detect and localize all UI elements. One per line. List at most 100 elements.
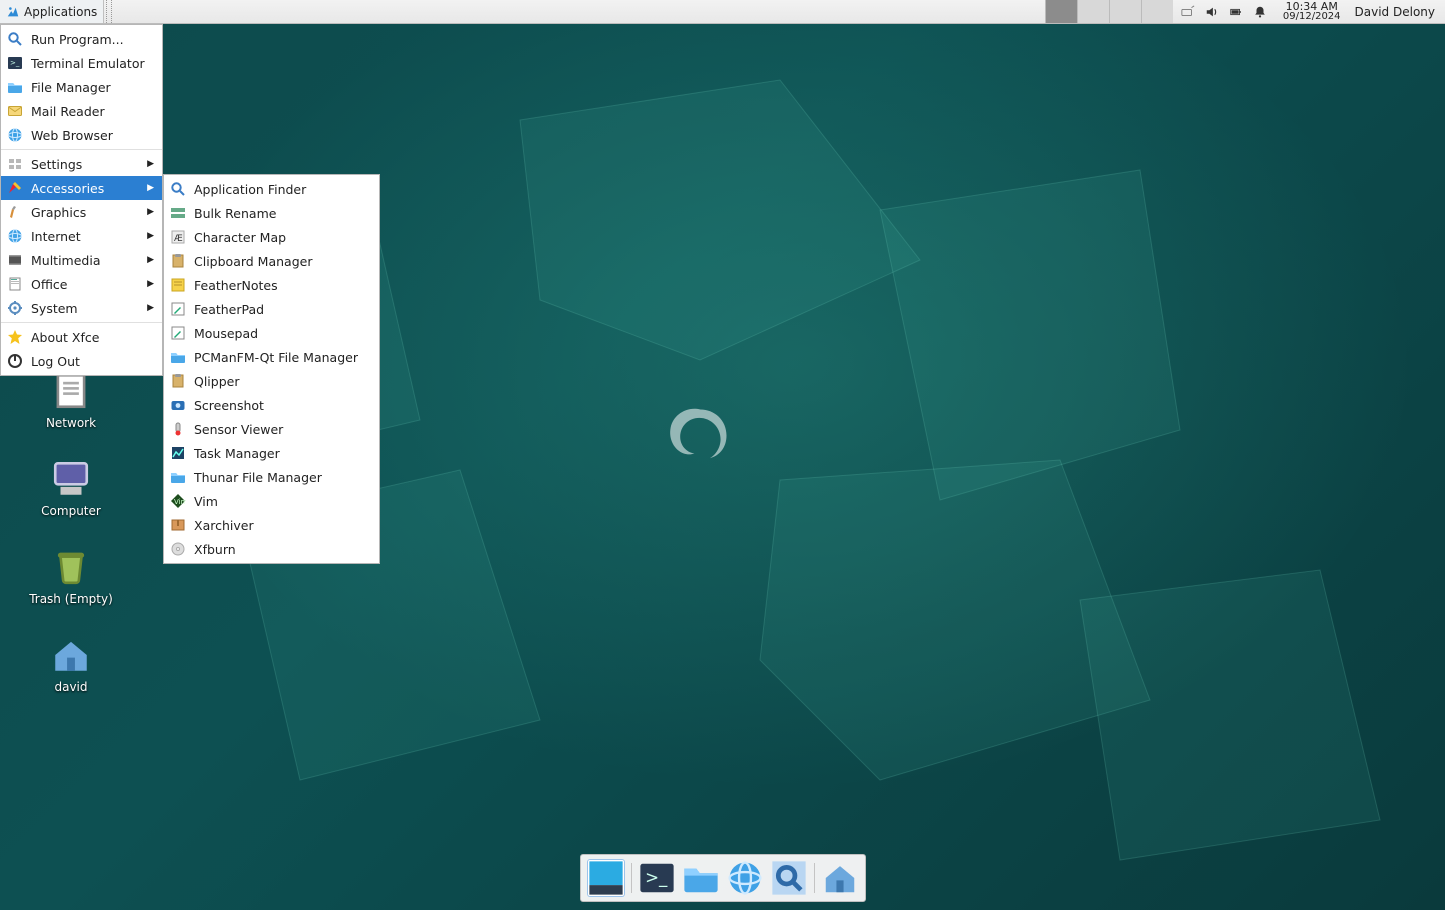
menu-item-label: File Manager <box>31 80 111 95</box>
applications-menu-label: Applications <box>24 5 97 19</box>
applications-menu-button[interactable]: Applications <box>0 0 104 23</box>
charmap-icon <box>170 229 186 245</box>
submenu-item-label: Bulk Rename <box>194 206 276 221</box>
submenu-xarchiver[interactable]: Xarchiver <box>164 513 379 537</box>
submenu-feathernotes[interactable]: FeatherNotes <box>164 273 379 297</box>
menu-web-browser[interactable]: Web Browser <box>1 123 162 147</box>
menu-multimedia[interactable]: Multimedia ▶ <box>1 248 162 272</box>
notifications-tray-icon[interactable] <box>1253 5 1267 19</box>
trash-icon <box>50 546 92 588</box>
menu-run-program[interactable]: Run Program... <box>1 27 162 51</box>
volume-tray-icon[interactable] <box>1205 5 1219 19</box>
clock[interactable]: 10:34 AM 09/12/2024 <box>1275 1 1349 22</box>
submenu-qlipper[interactable]: Qlipper <box>164 369 379 393</box>
menu-settings[interactable]: Settings ▶ <box>1 152 162 176</box>
menu-item-label: Log Out <box>31 354 80 369</box>
computer-icon <box>50 458 92 500</box>
desktop-icon-label: Trash (Empty) <box>29 592 113 606</box>
home-folder-icon <box>50 634 92 676</box>
desktop-icon-network[interactable]: Network <box>26 370 116 430</box>
dock-separator <box>814 863 815 893</box>
workspace-4[interactable] <box>1141 0 1173 23</box>
submenu-item-label: Qlipper <box>194 374 239 389</box>
submenu-screenshot[interactable]: Screenshot <box>164 393 379 417</box>
archive-icon <box>170 517 186 533</box>
panel-top: Applications 10:34 AM 09/12/2024 David D… <box>0 0 1445 24</box>
system-icon <box>7 300 23 316</box>
workspace-3[interactable] <box>1109 0 1141 23</box>
submenu-item-label: Task Manager <box>194 446 280 461</box>
menu-office[interactable]: Office ▶ <box>1 272 162 296</box>
dock-home-folder[interactable] <box>821 859 859 897</box>
submenu-item-label: Xarchiver <box>194 518 254 533</box>
menu-item-label: Mail Reader <box>31 104 105 119</box>
submenu-thunar[interactable]: Thunar File Manager <box>164 465 379 489</box>
desktop-icon-trash[interactable]: Trash (Empty) <box>26 546 116 606</box>
dock-file-manager[interactable] <box>682 859 720 897</box>
network-icon <box>50 370 92 412</box>
menu-terminal[interactable]: Terminal Emulator <box>1 51 162 75</box>
star-icon <box>7 329 23 345</box>
mail-icon <box>7 103 23 119</box>
battery-tray-icon[interactable] <box>1229 5 1243 19</box>
dock-separator <box>631 863 632 893</box>
rename-icon <box>170 205 186 221</box>
multimedia-icon <box>7 252 23 268</box>
menu-log-out[interactable]: Log Out <box>1 349 162 373</box>
menu-item-label: Multimedia <box>31 253 101 268</box>
dock-app-finder[interactable] <box>770 859 808 897</box>
menu-file-manager[interactable]: File Manager <box>1 75 162 99</box>
submenu-arrow-icon: ▶ <box>147 279 154 289</box>
submenu-item-label: FeatherPad <box>194 302 264 317</box>
menu-accessories[interactable]: Accessories ▶ <box>1 176 162 200</box>
submenu-item-label: Mousepad <box>194 326 258 341</box>
submenu-arrow-icon: ▶ <box>147 255 154 265</box>
desktop-icon-label: Computer <box>41 504 101 518</box>
menu-mail[interactable]: Mail Reader <box>1 99 162 123</box>
user-menu[interactable]: David Delony <box>1349 5 1445 19</box>
submenu-item-label: Application Finder <box>194 182 306 197</box>
submenu-bulk-rename[interactable]: Bulk Rename <box>164 201 379 225</box>
submenu-xfburn[interactable]: Xfburn <box>164 537 379 561</box>
workspace-2[interactable] <box>1077 0 1109 23</box>
submenu-character-map[interactable]: Character Map <box>164 225 379 249</box>
submenu-mousepad[interactable]: Mousepad <box>164 321 379 345</box>
workspace-switcher[interactable] <box>1045 0 1173 23</box>
pcmanfm-icon <box>170 349 186 365</box>
submenu-arrow-icon: ▶ <box>147 231 154 241</box>
desktop-icon-label: Network <box>46 416 96 430</box>
submenu-arrow-icon: ▶ <box>147 159 154 169</box>
system-tray <box>1173 5 1275 19</box>
menu-item-label: Web Browser <box>31 128 113 143</box>
menu-about-xfce[interactable]: About Xfce <box>1 325 162 349</box>
desktop-icons: Network Computer Trash (Empty) david <box>26 370 116 694</box>
tablet-tray-icon[interactable] <box>1181 5 1195 19</box>
submenu-application-finder[interactable]: Application Finder <box>164 177 379 201</box>
folder-icon <box>7 79 23 95</box>
notes-icon <box>170 277 186 293</box>
dock-terminal[interactable] <box>638 859 676 897</box>
settings-icon <box>7 156 23 172</box>
menu-graphics[interactable]: Graphics ▶ <box>1 200 162 224</box>
menu-system[interactable]: System ▶ <box>1 296 162 320</box>
menu-item-label: Internet <box>31 229 81 244</box>
submenu-clipboard-manager[interactable]: Clipboard Manager <box>164 249 379 273</box>
dock-web-browser[interactable] <box>726 859 764 897</box>
editor-icon <box>170 301 186 317</box>
workspace-1[interactable] <box>1045 0 1077 23</box>
submenu-featherpad[interactable]: FeatherPad <box>164 297 379 321</box>
submenu-vim[interactable]: Vim <box>164 489 379 513</box>
accessories-icon <box>7 180 23 196</box>
submenu-pcmanfm[interactable]: PCManFM-Qt File Manager <box>164 345 379 369</box>
desktop-icon-computer[interactable]: Computer <box>26 458 116 518</box>
submenu-sensor-viewer[interactable]: Sensor Viewer <box>164 417 379 441</box>
menu-item-label: Run Program... <box>31 32 124 47</box>
globe-icon <box>7 127 23 143</box>
desktop-icon-home[interactable]: david <box>26 634 116 694</box>
graphics-icon <box>7 204 23 220</box>
internet-icon <box>7 228 23 244</box>
submenu-task-manager[interactable]: Task Manager <box>164 441 379 465</box>
menu-internet[interactable]: Internet ▶ <box>1 224 162 248</box>
terminal-icon <box>7 55 23 71</box>
dock-show-desktop[interactable] <box>587 859 625 897</box>
